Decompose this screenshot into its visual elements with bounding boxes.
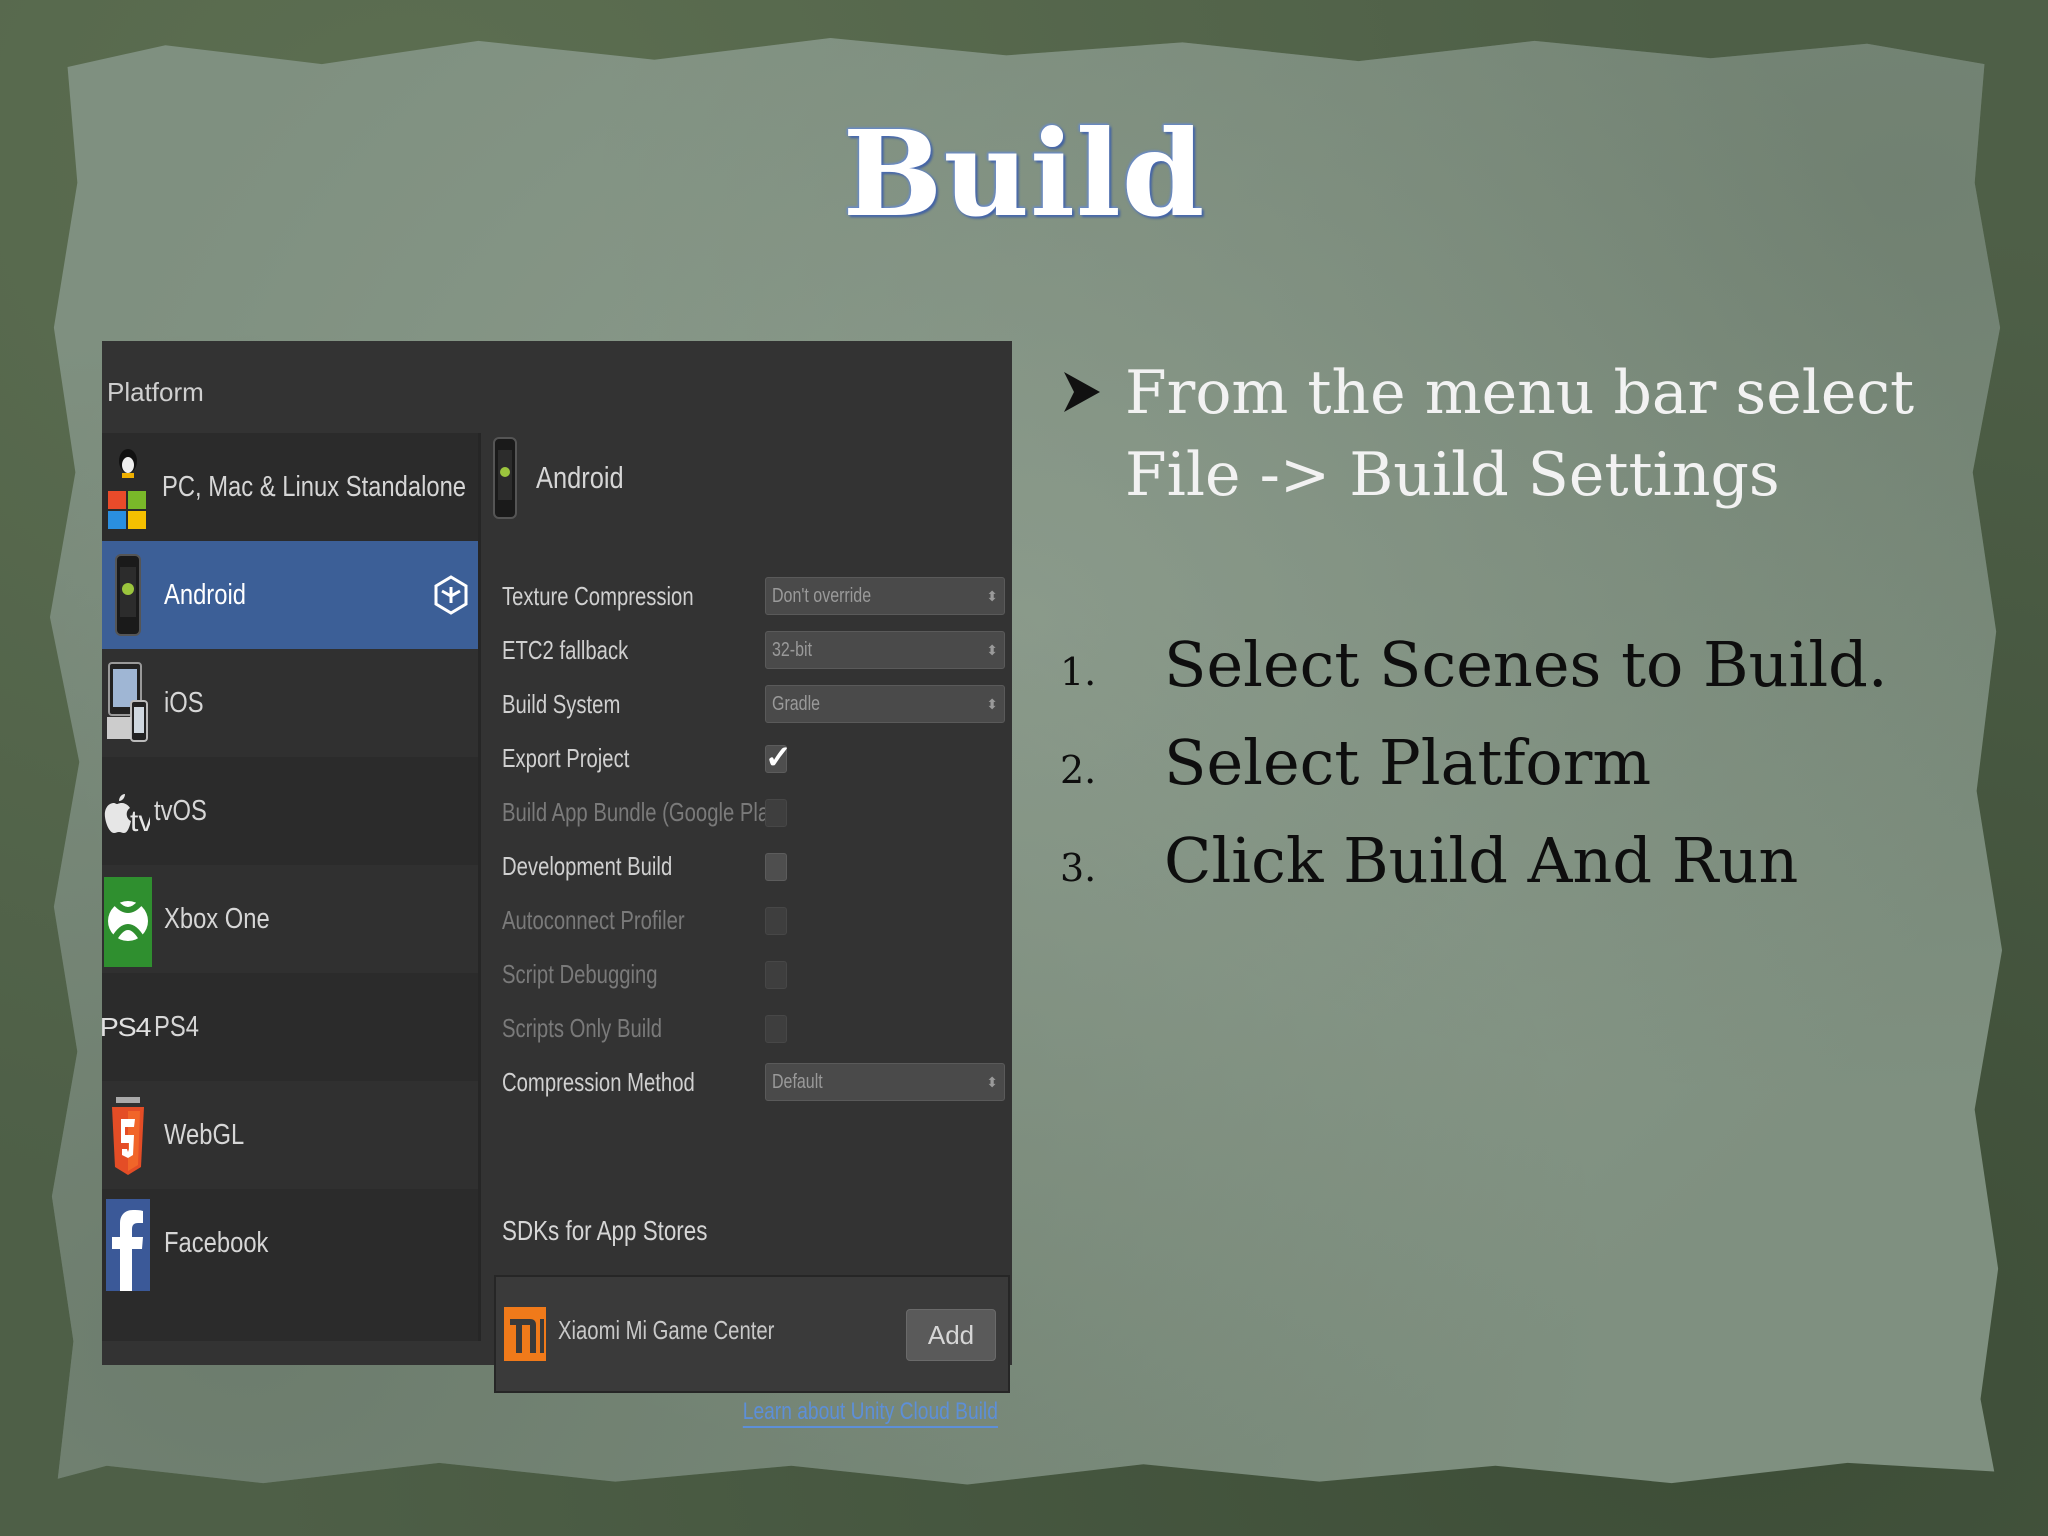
sdk-list: Xiaomi Mi Game Center Add xyxy=(494,1275,1010,1393)
platform-item-ios[interactable]: iOS xyxy=(102,649,478,757)
step-item: 1. Select Scenes to Build. xyxy=(1060,628,1960,718)
step-number: 1. xyxy=(1060,650,1097,694)
autoconnect-profiler-row: Autoconnect Profiler xyxy=(502,899,1002,941)
sdk-item-label: Xiaomi Mi Game Center xyxy=(558,1315,775,1345)
platform-item-standalone[interactable]: PC, Mac & Linux Standalone xyxy=(102,433,478,541)
platform-label: tvOS xyxy=(154,794,207,827)
development-build-checkbox[interactable] xyxy=(765,853,787,881)
facebook-icon xyxy=(104,1193,152,1293)
android-icon xyxy=(104,545,152,645)
build-app-bundle-checkbox[interactable] xyxy=(765,799,787,827)
android-icon xyxy=(493,437,517,519)
platform-label: PC, Mac & Linux Standalone xyxy=(162,470,467,503)
platform-label: PS4 xyxy=(154,1010,199,1043)
dropdown-arrow-icon: ⬍ xyxy=(986,1073,998,1090)
platform-label: Xbox One xyxy=(164,902,270,935)
build-system-row: Build System Gradle ⬍ xyxy=(502,683,1005,725)
appletv-icon: tv xyxy=(102,761,150,861)
build-settings-panel: Platform PC, Mac & Linux Standalone Andr… xyxy=(99,341,1012,1428)
dropdown-arrow-icon: ⬍ xyxy=(986,587,998,604)
step-text: Click Build And Run xyxy=(1164,824,1799,897)
ios-icon xyxy=(104,653,152,753)
platform-settings: Android Texture Compression Don't overri… xyxy=(492,433,1012,1428)
step-number: 2. xyxy=(1060,748,1097,792)
script-debugging-checkbox[interactable] xyxy=(765,961,787,989)
autoconnect-profiler-checkbox[interactable] xyxy=(765,907,787,935)
dropdown-arrow-icon: ⬍ xyxy=(986,695,998,712)
platform-item-xbox[interactable]: Xbox One xyxy=(102,865,478,973)
texture-compression-row: Texture Compression Don't override ⬍ xyxy=(502,575,1005,617)
texture-compression-dropdown[interactable]: Don't override ⬍ xyxy=(765,577,1005,615)
platform-item-webgl[interactable]: WebGL xyxy=(102,1081,478,1189)
step-item: 2. Select Platform xyxy=(1060,726,1960,816)
etc2-fallback-row: ETC2 fallback 32-bit ⬍ xyxy=(502,629,1005,671)
build-app-bundle-row: Build App Bundle (Google Play) xyxy=(502,796,787,827)
build-system-dropdown[interactable]: Gradle ⬍ xyxy=(765,685,1005,723)
sdk-header: SDKs for App Stores xyxy=(502,1215,708,1246)
platform-label: iOS xyxy=(164,686,204,719)
compression-method-row: Compression Method Default ⬍ xyxy=(502,1061,1005,1103)
xbox-icon xyxy=(104,869,152,969)
svg-text:tv: tv xyxy=(130,805,150,838)
step-item: 3. Click Build And Run xyxy=(1060,824,1960,914)
learn-cloud-build-link[interactable]: Learn about Unity Cloud Build xyxy=(742,1398,998,1428)
export-project-checkbox[interactable] xyxy=(765,738,792,776)
platform-label: WebGL xyxy=(164,1118,245,1151)
platform-item-android[interactable]: Android xyxy=(102,541,478,649)
selected-platform-header: Android xyxy=(492,433,643,523)
arrow-bullet-icon xyxy=(1064,372,1100,412)
compression-method-dropdown[interactable]: Default ⬍ xyxy=(765,1063,1005,1101)
script-debugging-row: Script Debugging xyxy=(502,953,1002,995)
platform-item-ps4[interactable]: PS4 PS4 xyxy=(99,973,478,1081)
development-build-row: Development Build xyxy=(502,845,1002,887)
step-text: Select Scenes to Build. xyxy=(1164,628,1888,701)
scripts-only-build-row: Scripts Only Build xyxy=(502,1007,1002,1049)
platform-item-facebook[interactable]: Facebook xyxy=(102,1189,478,1297)
slide-title: Build xyxy=(842,104,1206,243)
standalone-icon xyxy=(104,437,150,537)
unity-active-icon xyxy=(434,575,468,615)
scripts-only-build-checkbox[interactable] xyxy=(765,1015,787,1043)
platform-label: Android xyxy=(164,578,246,611)
platform-header: Platform xyxy=(107,377,204,407)
html5-icon xyxy=(104,1085,152,1185)
step-number: 3. xyxy=(1060,846,1097,890)
selected-platform-label: Android xyxy=(536,460,624,495)
instruction-text: From the menu bar select File -> Build S… xyxy=(1125,358,1915,510)
add-sdk-button[interactable]: Add xyxy=(906,1309,996,1361)
xiaomi-icon xyxy=(504,1307,546,1361)
platform-list: PC, Mac & Linux Standalone Android iOS t… xyxy=(99,433,481,1341)
dropdown-arrow-icon: ⬍ xyxy=(986,641,998,658)
export-project-row: Export Project xyxy=(502,737,1002,779)
step-text: Select Platform xyxy=(1164,726,1652,799)
etc2-fallback-dropdown[interactable]: 32-bit ⬍ xyxy=(765,631,1005,669)
platform-item-tvos[interactable]: tv tvOS xyxy=(102,757,478,865)
platform-label: Facebook xyxy=(164,1226,269,1259)
ps4-icon: PS4 xyxy=(99,1011,152,1042)
